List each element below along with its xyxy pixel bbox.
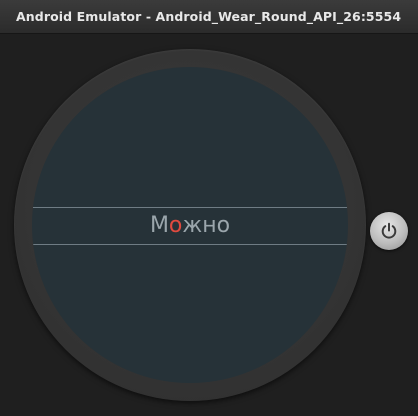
watch-screen[interactable]: Можно — [32, 67, 348, 383]
power-button[interactable] — [370, 212, 408, 250]
picker-selected-item[interactable]: Можно — [32, 213, 348, 239]
picker-text-highlight: о — [168, 213, 183, 238]
picker-divider-top — [32, 207, 348, 208]
picker-text-start: М — [149, 213, 169, 238]
picker-divider-bottom — [32, 244, 348, 245]
power-icon — [381, 222, 397, 239]
picker-text-end: жно — [182, 213, 231, 238]
emulator-window: Android Emulator - Android_Wear_Round_AP… — [0, 0, 418, 416]
window-title: Android Emulator - Android_Wear_Round_AP… — [16, 9, 402, 24]
title-bar[interactable]: Android Emulator - Android_Wear_Round_AP… — [0, 0, 418, 34]
